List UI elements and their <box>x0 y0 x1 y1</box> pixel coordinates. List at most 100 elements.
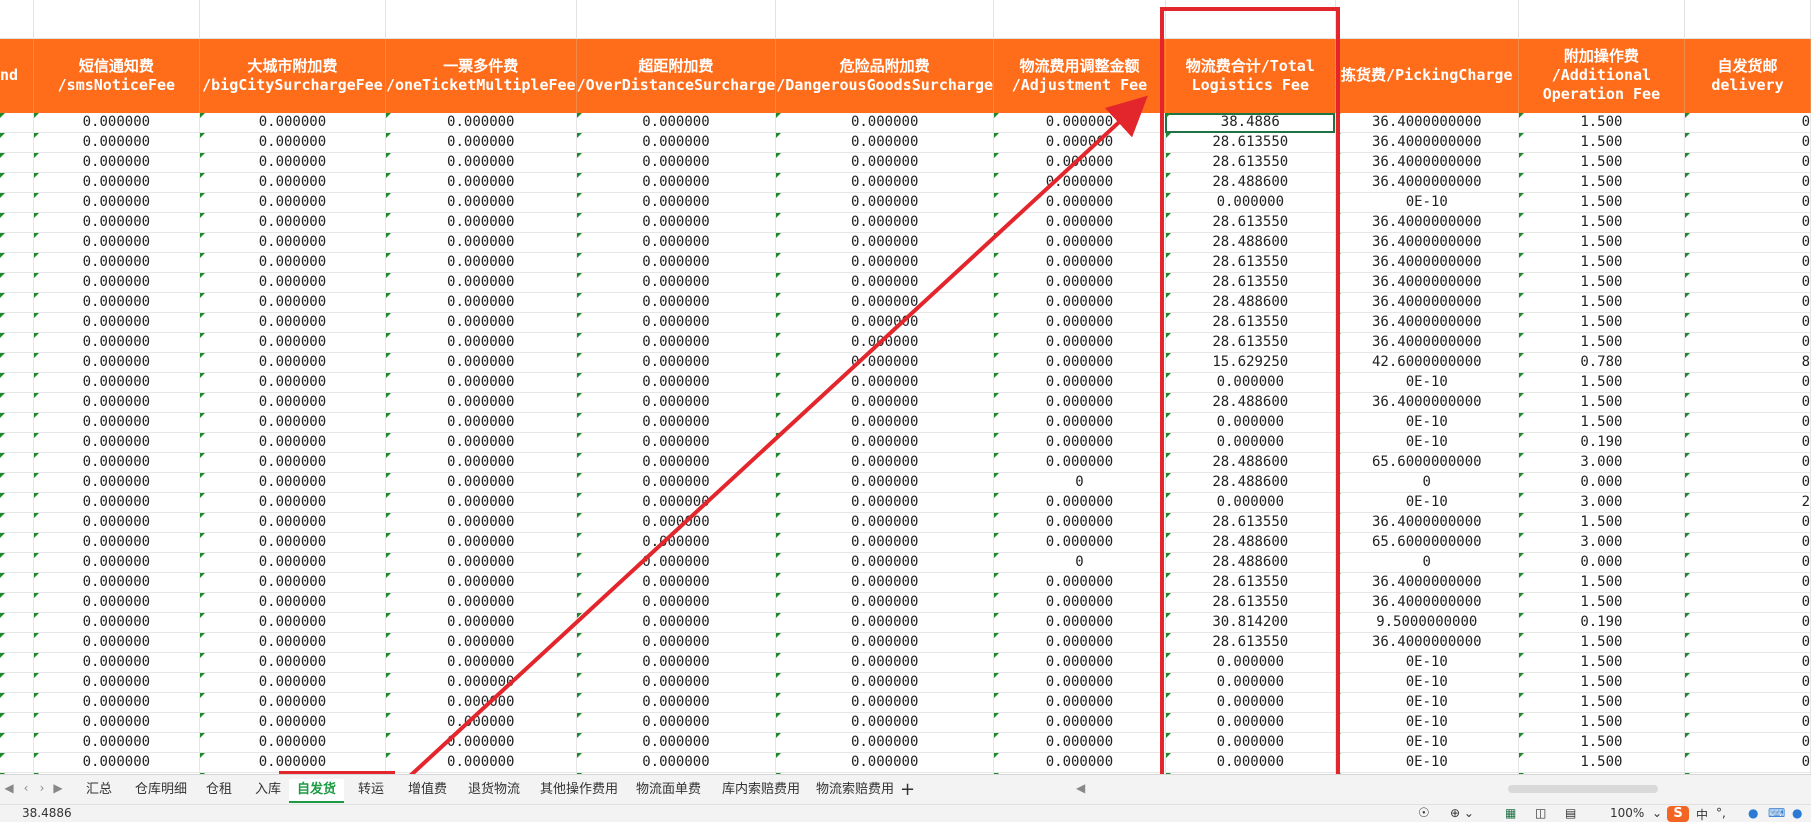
table-cell[interactable]: 0.000000 <box>33 572 200 593</box>
table-cell[interactable]: 0.000000 <box>993 512 1166 533</box>
table-cell[interactable]: 0.000000 <box>33 632 200 653</box>
table-cell[interactable]: 1.500 <box>1518 272 1686 293</box>
table-cell[interactable]: 0 <box>1684 692 1811 713</box>
table-cell[interactable] <box>0 692 34 713</box>
table-cell[interactable]: 0.000000 <box>385 172 577 193</box>
table-cell[interactable]: 0.000000 <box>993 192 1166 213</box>
table-cell[interactable]: 0 <box>1684 332 1811 353</box>
table-cell[interactable]: 0E-10 <box>1335 712 1519 733</box>
sheet-tab[interactable]: 仓租 <box>198 779 240 801</box>
table-cell[interactable]: 0.000000 <box>33 292 200 313</box>
punctuation-icon[interactable]: °, <box>1716 806 1726 820</box>
table-cell[interactable]: 28.488600 <box>1165 452 1336 473</box>
table-cell[interactable]: 0.000000 <box>775 252 995 273</box>
table-cell[interactable]: 0.000000 <box>1165 752 1336 773</box>
table-cell[interactable]: 0 <box>1684 412 1811 433</box>
table-cell[interactable]: 0.000000 <box>199 652 386 673</box>
table-cell[interactable]: 0.000000 <box>576 752 777 773</box>
table-cell[interactable]: 36.4000000000 <box>1335 572 1519 593</box>
microphone-icon[interactable]: ● <box>1748 806 1758 820</box>
table-cell[interactable]: 28.613550 <box>1165 512 1336 533</box>
table-cell[interactable]: 0.000000 <box>775 692 995 713</box>
table-cell[interactable]: 0.000000 <box>33 672 200 693</box>
table-cell[interactable]: 3.000 <box>1518 452 1686 473</box>
table-cell[interactable]: 0.000000 <box>775 113 995 133</box>
table-cell[interactable] <box>0 652 34 673</box>
table-cell[interactable]: 0.000000 <box>199 192 386 213</box>
table-cell[interactable] <box>0 752 34 773</box>
table-cell[interactable]: 0.000000 <box>385 192 577 213</box>
table-cell[interactable]: 0.000000 <box>33 132 200 153</box>
column-header[interactable]: 一票多件费/oneTicketMultipleFee <box>385 38 577 113</box>
table-cell[interactable]: 36.4000000000 <box>1335 172 1519 193</box>
tab-scroll-left-icon[interactable]: ◀ <box>1076 781 1085 795</box>
table-cell[interactable]: 15.629250 <box>1165 352 1336 373</box>
keyboard-icon[interactable]: ⌨ <box>1768 806 1785 820</box>
table-cell[interactable]: 0.000000 <box>576 552 777 573</box>
table-cell[interactable]: 0.000000 <box>1165 372 1336 393</box>
table-cell[interactable]: 0.000000 <box>775 272 995 293</box>
table-cell[interactable]: 0.000000 <box>385 372 577 393</box>
table-cell[interactable]: 0 <box>1684 672 1811 693</box>
table-cell[interactable]: 28.488600 <box>1165 292 1336 313</box>
table-cell[interactable]: 0 <box>993 552 1166 573</box>
table-cell[interactable]: 2 <box>1684 492 1811 513</box>
table-cell[interactable]: 0.000000 <box>993 452 1166 473</box>
table-cell[interactable]: 0.000000 <box>33 212 200 233</box>
column-header[interactable]: 短信通知费/smsNoticeFee <box>33 38 200 113</box>
table-cell[interactable]: 0.000000 <box>33 152 200 173</box>
table-cell[interactable]: 0.000000 <box>1165 432 1336 453</box>
table-cell[interactable]: 36.4000000000 <box>1335 392 1519 413</box>
table-cell[interactable] <box>0 472 34 493</box>
table-cell[interactable]: 0.000000 <box>199 532 386 553</box>
column-header[interactable]: 附加操作费/Additional Operation Fee <box>1518 38 1686 113</box>
empty-cell[interactable] <box>33 0 200 39</box>
table-cell[interactable]: 0E-10 <box>1335 752 1519 773</box>
table-cell[interactable]: 0.000000 <box>993 672 1166 693</box>
ime-language[interactable]: 中 <box>1696 806 1708 823</box>
table-cell[interactable]: 0 <box>1684 252 1811 273</box>
table-cell[interactable]: 0 <box>1684 472 1811 493</box>
table-cell[interactable]: 0.000000 <box>199 732 386 753</box>
table-cell[interactable]: 36.4000000000 <box>1335 292 1519 313</box>
table-cell[interactable]: 0.000000 <box>993 212 1166 233</box>
table-cell[interactable]: 28.488600 <box>1165 232 1336 253</box>
table-cell[interactable]: 0.000000 <box>993 372 1166 393</box>
table-cell[interactable]: 1.500 <box>1518 732 1686 753</box>
table-cell[interactable]: 0 <box>1684 652 1811 673</box>
table-cell[interactable]: 0.000000 <box>775 492 995 513</box>
table-cell[interactable]: 0.000000 <box>199 132 386 153</box>
table-cell[interactable]: 1.500 <box>1518 392 1686 413</box>
table-cell[interactable] <box>0 532 34 553</box>
table-cell[interactable]: 0.000000 <box>385 672 577 693</box>
table-cell[interactable]: 0 <box>1684 572 1811 593</box>
zoom-level[interactable]: 100% <box>1610 806 1644 820</box>
table-cell[interactable]: 0.000000 <box>576 672 777 693</box>
table-cell[interactable]: 0.000000 <box>199 432 386 453</box>
table-cell[interactable] <box>0 612 34 633</box>
table-cell[interactable]: 0.000000 <box>199 572 386 593</box>
table-cell[interactable]: 0.000000 <box>993 292 1166 313</box>
table-cell[interactable]: 0.000000 <box>199 272 386 293</box>
table-cell[interactable]: 0 <box>1684 592 1811 613</box>
table-cell[interactable]: 0.000000 <box>993 132 1166 153</box>
table-cell[interactable]: 0.000000 <box>775 712 995 733</box>
table-cell[interactable]: 1.500 <box>1518 312 1686 333</box>
table-cell[interactable]: 0.000000 <box>993 752 1166 773</box>
table-cell[interactable]: 0.000000 <box>775 532 995 553</box>
table-cell[interactable]: 0.000000 <box>385 532 577 553</box>
table-cell[interactable] <box>0 592 34 613</box>
table-cell[interactable]: 0.000000 <box>775 752 995 773</box>
table-cell[interactable]: 0 <box>993 472 1166 493</box>
table-cell[interactable]: 36.4000000000 <box>1335 232 1519 253</box>
table-cell[interactable] <box>0 232 34 253</box>
table-cell[interactable]: 0.000000 <box>993 652 1166 673</box>
table-cell[interactable]: 0.000000 <box>775 412 995 433</box>
table-cell[interactable]: 0.000000 <box>775 632 995 653</box>
table-cell[interactable]: 0.000000 <box>576 392 777 413</box>
empty-cell[interactable] <box>385 0 577 39</box>
table-cell[interactable]: 1.500 <box>1518 632 1686 653</box>
table-cell[interactable]: 0.000000 <box>775 152 995 173</box>
table-cell[interactable]: 28.488600 <box>1165 472 1336 493</box>
table-cell[interactable]: 1.500 <box>1518 372 1686 393</box>
